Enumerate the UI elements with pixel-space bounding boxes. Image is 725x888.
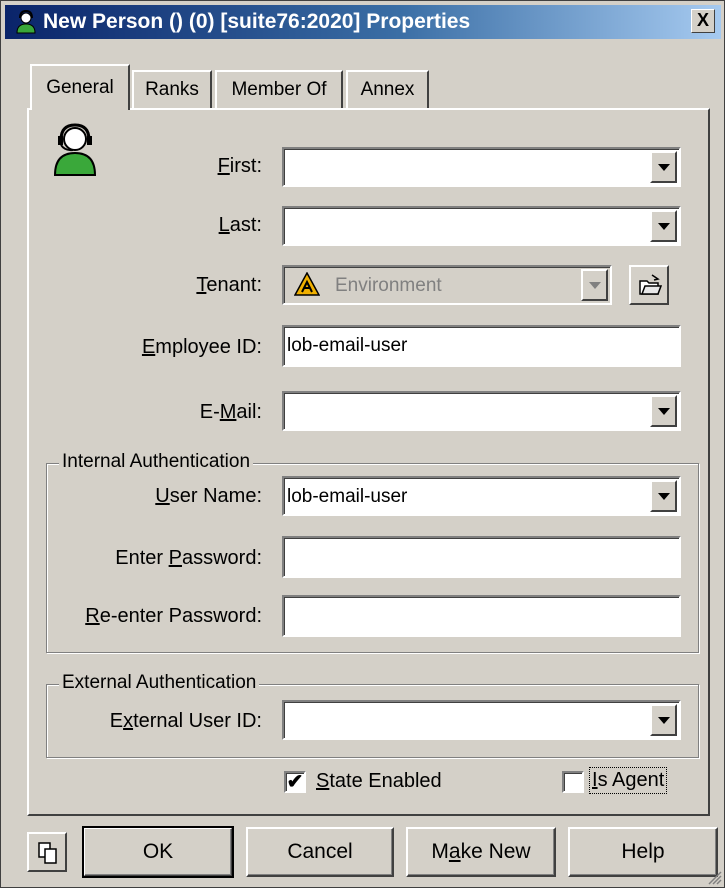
copy-button[interactable] bbox=[27, 832, 67, 872]
employee-id-input[interactable]: lob-email-user bbox=[282, 325, 681, 367]
first-dropdown-button[interactable] bbox=[650, 151, 677, 183]
make-new-label-pre: M bbox=[431, 840, 449, 863]
state-enabled-checkbox[interactable]: ✔ bbox=[284, 771, 306, 793]
internal-auth-title: Internal Authentication bbox=[59, 451, 254, 473]
external-user-id-label: External User ID: bbox=[110, 710, 262, 733]
user-name-label: User Name: bbox=[155, 485, 262, 508]
email-label-pre: E- bbox=[199, 401, 220, 423]
last-label: Last: bbox=[219, 214, 262, 237]
browse-tenant-button[interactable] bbox=[629, 265, 669, 305]
last-name-combobox[interactable] bbox=[282, 206, 681, 246]
email-label-accel: M bbox=[219, 401, 237, 423]
copy-icon bbox=[38, 842, 57, 864]
last-label-accel: L bbox=[218, 214, 230, 236]
tab-general[interactable]: General bbox=[30, 64, 130, 110]
tenant-label-text: enant: bbox=[206, 274, 262, 296]
tenant-label-accel: T bbox=[196, 274, 207, 296]
reenter-password-input[interactable] bbox=[282, 595, 681, 637]
password-label-pre: Enter bbox=[115, 547, 169, 569]
cancel-button[interactable]: Cancel bbox=[246, 827, 394, 877]
employee-id-label-accel: E bbox=[141, 336, 156, 358]
external-user-id-combobox[interactable] bbox=[282, 700, 681, 740]
tenant-label: Tenant: bbox=[196, 274, 262, 297]
window-title: New Person () (0) [suite76:2020] Propert… bbox=[43, 10, 471, 33]
password-label-accel: P bbox=[168, 547, 182, 569]
person-icon bbox=[53, 123, 97, 176]
tab-annex[interactable]: Annex bbox=[346, 70, 429, 108]
user-name-value: lob-email-user bbox=[287, 486, 408, 507]
user-name-dropdown-button[interactable] bbox=[650, 480, 677, 512]
first-label-accel: F bbox=[217, 155, 230, 177]
is-agent-checkbox[interactable] bbox=[562, 771, 584, 793]
password-input[interactable] bbox=[282, 536, 681, 578]
external-user-id-dropdown-button[interactable] bbox=[650, 704, 677, 736]
tenant-combobox[interactable]: Environment bbox=[282, 265, 612, 305]
user-name-combobox[interactable]: lob-email-user bbox=[282, 476, 681, 516]
make-new-button[interactable]: Make New bbox=[406, 827, 556, 877]
is-agent-label[interactable]: Is Agent bbox=[589, 767, 668, 794]
state-enabled-label[interactable]: State Enabled bbox=[316, 770, 442, 793]
tab-member-of[interactable]: Member Of bbox=[215, 70, 343, 108]
folder-browse-icon bbox=[639, 274, 662, 295]
properties-dialog: New Person () (0) [suite76:2020] Propert… bbox=[0, 0, 725, 888]
first-label: First: bbox=[218, 155, 262, 178]
email-label-text: ail: bbox=[236, 401, 262, 423]
tenant-dropdown-button[interactable] bbox=[581, 269, 608, 301]
make-new-label-text: ke New bbox=[460, 840, 531, 863]
last-label-text: ast: bbox=[229, 214, 262, 236]
email-dropdown-button[interactable] bbox=[650, 395, 677, 427]
user-name-label-accel: U bbox=[155, 485, 170, 507]
password-label: Enter Password: bbox=[115, 547, 262, 570]
help-button[interactable]: Help bbox=[568, 827, 718, 877]
external-user-id-label-accel: x bbox=[123, 710, 134, 732]
external-auth-title: External Authentication bbox=[59, 672, 260, 694]
reenter-label-accel: R bbox=[85, 605, 100, 627]
employee-id-label-text: mployee ID: bbox=[155, 336, 262, 358]
reenter-password-label: Re-enter Password: bbox=[85, 605, 262, 628]
password-label-text: assword: bbox=[181, 547, 262, 569]
first-label-text: irst: bbox=[229, 155, 262, 177]
tenant-value: Environment bbox=[335, 275, 442, 296]
external-user-id-label-text: ternal User ID: bbox=[133, 710, 262, 732]
email-combobox[interactable] bbox=[282, 391, 681, 431]
is-agent-label-text: s Agent bbox=[597, 769, 665, 791]
reenter-label-text: e-enter Password: bbox=[99, 605, 262, 627]
external-user-id-label-pre: E bbox=[109, 710, 124, 732]
close-button[interactable]: X bbox=[691, 9, 715, 33]
state-enabled-label-text: tate Enabled bbox=[329, 770, 442, 792]
first-name-combobox[interactable] bbox=[282, 147, 681, 187]
make-new-label-accel: a bbox=[448, 840, 461, 863]
employee-id-label: Employee ID: bbox=[142, 336, 262, 359]
ok-button[interactable]: OK bbox=[82, 826, 234, 878]
person-agent-icon bbox=[16, 9, 36, 34]
employee-id-value: lob-email-user bbox=[287, 335, 408, 356]
warning-triangle-icon bbox=[294, 272, 320, 296]
user-name-label-text: ser Name: bbox=[169, 485, 262, 507]
email-label: E-Mail: bbox=[200, 401, 262, 424]
last-dropdown-button[interactable] bbox=[650, 210, 677, 242]
title-bar[interactable]: New Person () (0) [suite76:2020] Propert… bbox=[5, 5, 721, 39]
resize-grip-icon[interactable] bbox=[706, 869, 722, 885]
state-enabled-label-accel: S bbox=[316, 770, 330, 792]
tab-ranks[interactable]: Ranks bbox=[132, 70, 212, 108]
